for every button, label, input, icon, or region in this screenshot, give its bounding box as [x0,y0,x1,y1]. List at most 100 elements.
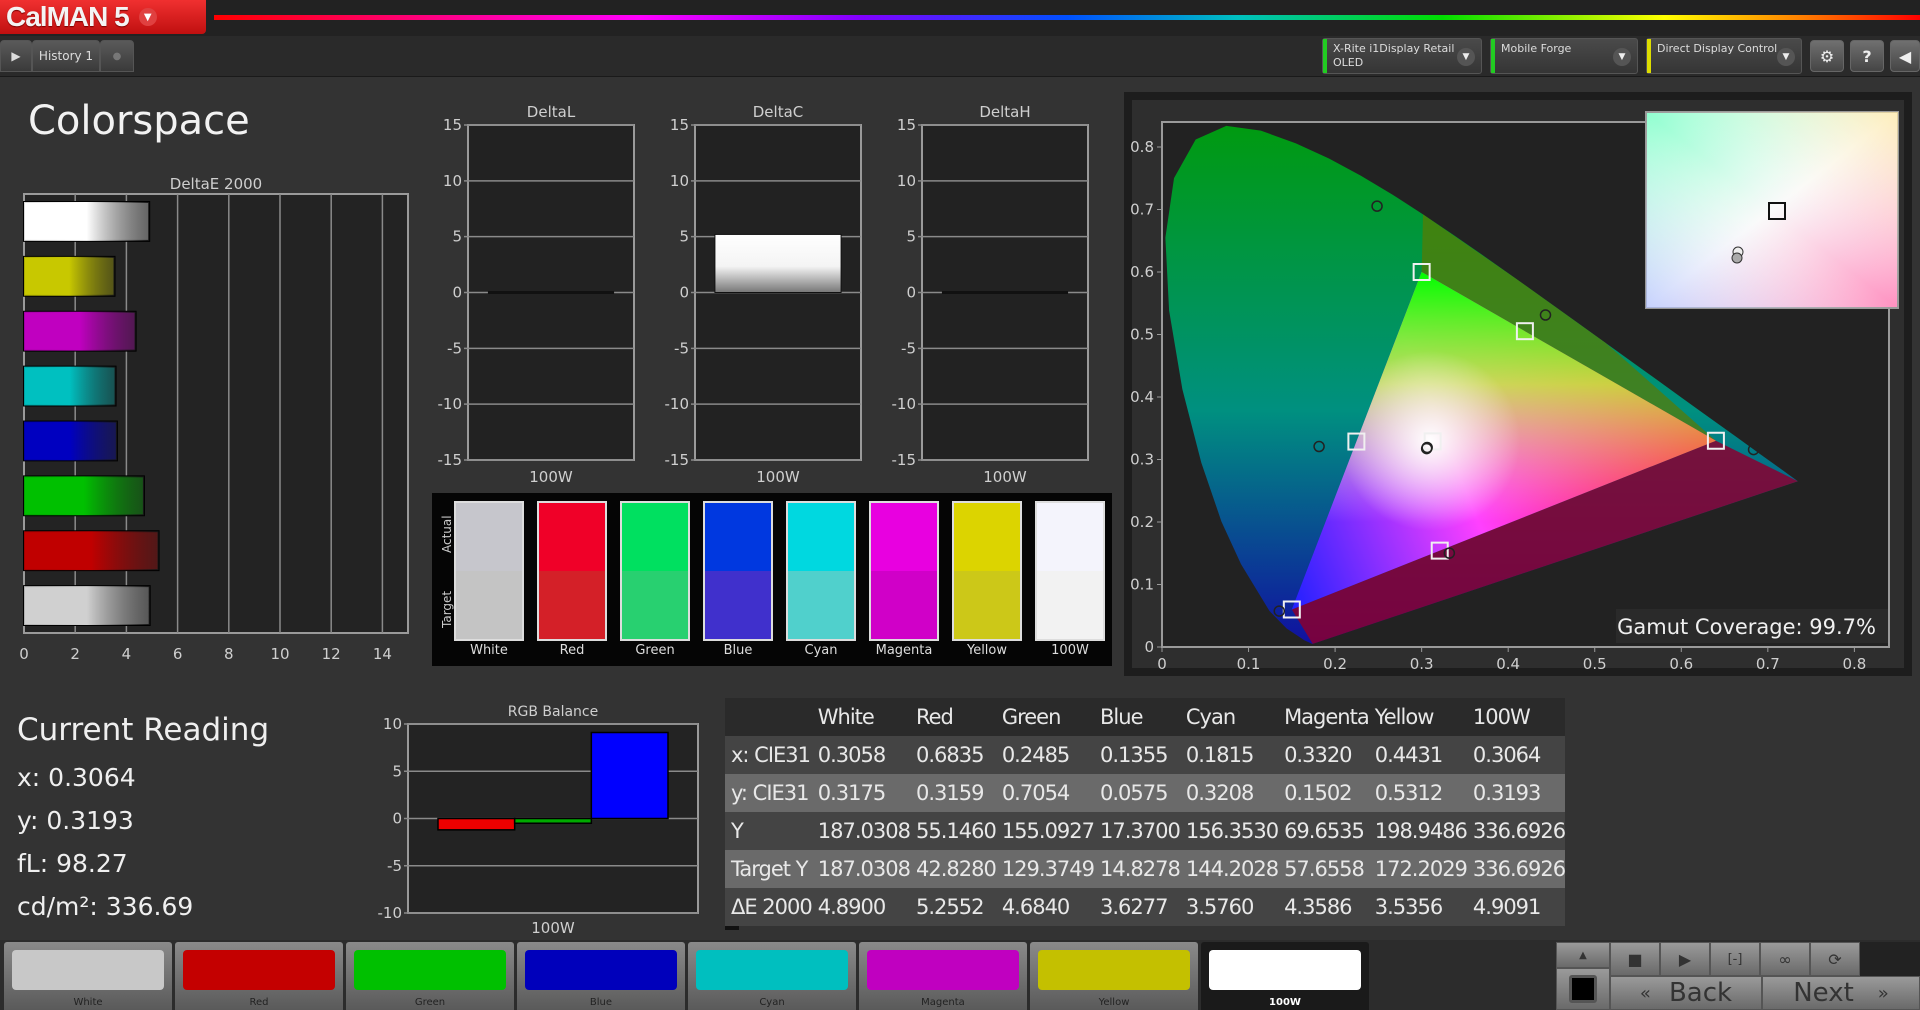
table-cell: 187.0308 [817,819,911,843]
patch-button-red[interactable]: Red [175,942,343,1010]
next-label: Next [1793,978,1854,1008]
target-color [871,571,937,639]
cie-xtick-label: 0 [1157,655,1167,673]
table-cell: 0.3208 [1185,781,1254,805]
deltae-bar-shade [24,311,136,351]
workflow-play-button[interactable]: ▶ [0,40,32,72]
swatch-cyan [786,501,856,641]
rgb-ytick-label: -5 [387,857,402,875]
patch-button-green[interactable]: Green [346,942,514,1010]
reading-y: y: 0.3193 [17,806,134,835]
status-indicator [1647,39,1651,73]
delta-ytick-label: -10 [665,395,690,413]
actual-color [788,503,854,571]
inset-measured-marker [1731,252,1743,264]
swatch-blue [703,501,773,641]
row-label: Y [731,819,744,843]
cie-xtick-label: 0.3 [1410,655,1434,673]
meter-device-select[interactable]: X-Rite i1Display Retail OLED ▼ [1322,38,1482,74]
app-menu-button[interactable]: CalMAN 5 ▼ [0,0,206,34]
patch-label: Green [414,997,446,1008]
gamut-coverage-label: Gamut Coverage: 99.7% [1617,615,1876,639]
refresh-button[interactable]: ⟳ [1810,942,1860,976]
table-cell: 3.5760 [1185,895,1254,919]
swatch-yellow [952,501,1022,641]
patch-button-yellow[interactable]: Yellow [1030,942,1198,1010]
target-color [622,571,688,639]
patch-button-white[interactable]: White [4,942,172,1010]
patch-color [183,950,335,990]
deltae-xtick-label: 10 [270,645,289,663]
table-cell: 336.6926 [1472,857,1566,881]
patch-button-magenta[interactable]: Magenta [859,942,1027,1010]
back-button[interactable]: « Back [1610,976,1762,1010]
target-color [705,571,771,639]
column-header: Magenta [1284,705,1370,729]
actual-color [622,503,688,571]
delta-ytick-label: 15 [670,116,689,134]
swatch-white [454,501,524,641]
table-cell: 42.8280 [915,857,997,881]
patch-button-100w[interactable]: 100W [1201,942,1369,1010]
stop-button[interactable]: ■ [1610,942,1660,976]
patch-button-blue[interactable]: Blue [517,942,685,1010]
table-cell: 0.6835 [915,743,984,767]
source-device-select[interactable]: Mobile Forge ▼ [1490,38,1638,74]
patch-button-cyan[interactable]: Cyan [688,942,856,1010]
row-label: ΔE 2000 [731,895,813,919]
double-chevron-left-icon: « [1639,982,1651,1004]
add-icon: ● [112,50,122,62]
stop-pattern-button[interactable] [1556,968,1610,1010]
add-tab-button[interactable]: ● [100,40,134,72]
read-series-button[interactable]: [-] [1710,942,1760,976]
continuous-read-button[interactable]: ∞ [1760,942,1810,976]
settings-button[interactable]: ⚙ [1810,40,1844,72]
table-cell: 0.1502 [1284,781,1352,805]
table-cell: 144.2028 [1185,857,1279,881]
cie-xtick-label: 0.1 [1237,655,1261,673]
cie-xtick-label: 0.6 [1669,655,1693,673]
table-cell: 187.0308 [817,857,911,881]
tab-history-1[interactable]: History 1 [32,40,100,72]
deltae-bar-shade [24,476,144,516]
cie-ytick-label: 0.5 [1130,326,1154,344]
status-indicator [1491,39,1495,73]
reading-x: x: 0.3064 [17,763,136,792]
delta-ytick-label: -5 [901,339,916,357]
play-button[interactable]: ▶ [1660,942,1710,976]
deltae-bar-shade [24,421,117,461]
actual-color [456,503,522,571]
delta-chart-title: DeltaL [527,103,576,121]
rgb-balance-title: RGB Balance [508,704,598,720]
rgb-bar-green [513,817,593,824]
table-cell: 55.1460 [915,819,997,843]
table-row: x: CIE31 0.3058 0.6835 0.2485 0.1355 0.1815 0.… [725,736,1566,774]
display-device-select[interactable]: Direct Display Control ▼ [1646,38,1802,74]
table-cell: 4.9091 [1472,895,1541,919]
swatch-label: 100W [1051,643,1089,658]
delta-chart-title: DeltaC [753,103,804,121]
patch-label: Yellow [1098,997,1130,1008]
deltae-xtick-label: 14 [373,645,392,663]
row-label: y: CIE31 [731,781,809,805]
delta-lch-charts: DeltaL 15 10 5 0 -5 -10 -15 100W DeltaC 15 10 5 0 -5 -1… [438,103,1089,485]
infinity-icon: ∞ [1778,949,1792,969]
help-button[interactable]: ? [1850,40,1884,72]
table-cell: 3.6277 [1100,895,1168,919]
patch-label: Red [249,997,269,1008]
collapse-up-button[interactable]: ▲ [1556,942,1610,968]
deltae-bar-shade [24,531,159,571]
status-light [1860,942,1920,976]
double-chevron-right-icon: » [1877,982,1889,1004]
swatch-magenta [869,501,939,641]
swatch-label: Red [559,643,585,658]
patch-label: Magenta [921,997,965,1008]
collapse-button[interactable]: ◀ [1890,40,1920,72]
cie-xtick-label: 0.4 [1496,655,1520,673]
next-button[interactable]: Next » [1762,976,1920,1010]
patch-color [867,950,1019,990]
cie-ytick-label: 0.6 [1130,263,1154,281]
deltae-xtick-label: 12 [322,645,341,663]
swatch-label: Magenta [875,643,933,658]
refresh-icon: ⟳ [1828,949,1842,969]
